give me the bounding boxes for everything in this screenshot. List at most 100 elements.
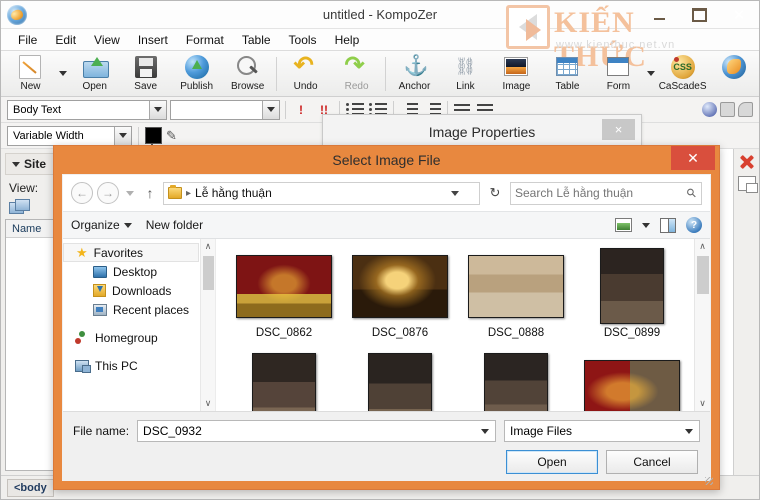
- toolbar-button-cascades[interactable]: CSS CaScadeS: [657, 52, 708, 96]
- tree-item-desktop[interactable]: Desktop: [63, 262, 199, 281]
- file-item[interactable]: DSC_0876: [342, 247, 458, 352]
- file-item[interactable]: [226, 352, 342, 411]
- tree-item-favorites[interactable]: ★ Favorites: [63, 243, 199, 262]
- width-style-select[interactable]: Variable Width: [7, 125, 132, 146]
- menu-item-file[interactable]: File: [9, 31, 46, 49]
- toolbar-button-undo[interactable]: Undo: [280, 52, 331, 96]
- file-list-scrollbar[interactable]: ∧ ∨: [694, 239, 710, 411]
- organize-menu[interactable]: Organize: [71, 218, 132, 232]
- help-icon[interactable]: ?: [686, 217, 702, 233]
- chevron-down-icon[interactable]: [114, 126, 131, 145]
- anchor-marker-icon[interactable]: [702, 102, 717, 117]
- paragraph-style-select[interactable]: Body Text: [7, 99, 167, 120]
- tree-item-downloads[interactable]: Downloads: [63, 281, 199, 300]
- toolbar-button-browse[interactable]: Browse: [222, 52, 273, 96]
- tree-scrollbar[interactable]: ∧ ∨: [200, 239, 215, 411]
- menu-item-view[interactable]: View: [85, 31, 129, 49]
- file-dialog-command-bar: Organize New folder ?: [63, 211, 710, 239]
- search-input[interactable]: [515, 186, 680, 200]
- file-list-view[interactable]: DSC_0862 DSC_0876 DSC_0888 DSC_0899 ∧ ∨: [215, 239, 710, 411]
- menu-item-table[interactable]: Table: [233, 31, 280, 49]
- file-name-label: DSC_0888: [487, 327, 545, 339]
- thumbnail-wrap: [352, 247, 448, 325]
- copy-box-icon[interactable]: [737, 176, 758, 193]
- emphasis-button[interactable]: !: [291, 100, 311, 120]
- open-button[interactable]: Open: [506, 450, 598, 474]
- form-dropdown-caret-icon[interactable]: [644, 52, 657, 96]
- toolbar-button-firefox[interactable]: [708, 52, 759, 96]
- breadcrumb-folder-name[interactable]: Lễ hằng thuận: [195, 186, 272, 200]
- chevron-down-icon[interactable]: [451, 190, 459, 196]
- search-box[interactable]: ⚲: [510, 181, 702, 205]
- folder-icon: [168, 185, 182, 199]
- toolbar-label-link: Link: [456, 80, 475, 92]
- width-style-value: Variable Width: [13, 129, 84, 142]
- scroll-up-icon[interactable]: ∧: [695, 239, 710, 254]
- toolbar-button-publish[interactable]: Publish: [171, 52, 222, 96]
- menu-item-tools[interactable]: Tools: [280, 31, 326, 49]
- maximize-button[interactable]: [679, 1, 719, 29]
- file-dialog-content: ★ Favorites Desktop Downloads Recent pla…: [63, 239, 710, 411]
- toolbar-button-image[interactable]: Image: [491, 52, 542, 96]
- link-chain-icon: ⛓: [454, 56, 477, 76]
- chevron-down-icon[interactable]: [262, 100, 279, 119]
- forward-button[interactable]: →: [97, 182, 119, 204]
- toolbar-button-new[interactable]: New: [5, 52, 56, 96]
- cancel-button[interactable]: Cancel: [606, 450, 698, 474]
- layer-alt-icon[interactable]: [738, 102, 753, 117]
- chevron-down-icon[interactable]: [149, 100, 166, 119]
- file-type-filter-select[interactable]: Image Files: [504, 420, 700, 442]
- toolbar-button-redo[interactable]: Redo: [331, 52, 382, 96]
- scroll-up-icon[interactable]: ∧: [201, 239, 216, 254]
- close-button[interactable]: ✕: [719, 1, 759, 29]
- new-dropdown-caret-icon[interactable]: [56, 52, 69, 96]
- tree-item-recent-places[interactable]: Recent places: [63, 300, 199, 319]
- view-mode-chevron-down-icon[interactable]: [642, 222, 650, 228]
- up-one-level-button[interactable]: ↑: [141, 182, 159, 204]
- layer-icon[interactable]: [720, 102, 735, 117]
- file-item[interactable]: DSC_0899: [574, 247, 690, 352]
- search-icon[interactable]: ⚲: [684, 185, 700, 201]
- sites-icon[interactable]: [9, 199, 30, 215]
- file-item[interactable]: DSC_0862: [226, 247, 342, 352]
- file-item[interactable]: [342, 352, 458, 411]
- history-dropdown-icon[interactable]: [123, 182, 137, 204]
- file-name-input[interactable]: DSC_0932: [137, 420, 496, 442]
- toolbar-button-table[interactable]: Table: [542, 52, 593, 96]
- minimize-button[interactable]: [639, 1, 679, 29]
- scroll-down-icon[interactable]: ∨: [201, 396, 216, 411]
- chevron-down-icon[interactable]: [682, 421, 696, 441]
- file-dialog-close-button[interactable]: ✕: [671, 146, 715, 170]
- file-item[interactable]: [574, 352, 690, 411]
- refresh-button[interactable]: ↻: [484, 182, 506, 204]
- preview-pane-icon[interactable]: [660, 217, 676, 233]
- text-color-swatch[interactable]: [145, 127, 162, 150]
- toolbar-button-form[interactable]: Form: [593, 52, 644, 96]
- new-folder-button[interactable]: New folder: [146, 218, 203, 232]
- pencil-highlight-icon[interactable]: ✎: [166, 128, 182, 144]
- scroll-down-icon[interactable]: ∨: [695, 396, 710, 411]
- toolbar-button-link[interactable]: ⛓ Link: [440, 52, 491, 96]
- toolbar-button-save[interactable]: Save: [120, 52, 171, 96]
- menu-item-insert[interactable]: Insert: [129, 31, 177, 49]
- breadcrumb[interactable]: ▸ Lễ hằng thuận: [163, 181, 480, 205]
- tree-item-homegroup[interactable]: Homegroup: [63, 328, 199, 347]
- tree-scrollbar-thumb[interactable]: [202, 256, 214, 290]
- toolbar-button-anchor[interactable]: ⚓ Anchor: [389, 52, 440, 96]
- back-button[interactable]: ←: [71, 182, 93, 204]
- menu-item-edit[interactable]: Edit: [46, 31, 85, 49]
- delete-x-icon[interactable]: [738, 153, 756, 171]
- menu-item-help[interactable]: Help: [326, 31, 369, 49]
- menu-item-format[interactable]: Format: [177, 31, 233, 49]
- file-list-scrollbar-thumb[interactable]: [696, 256, 709, 294]
- toolbar-button-open[interactable]: Open: [69, 52, 120, 96]
- file-item[interactable]: DSC_0888: [458, 247, 574, 352]
- image-properties-close-button[interactable]: ×: [602, 119, 635, 140]
- font-family-select[interactable]: [170, 99, 280, 120]
- status-tag-body[interactable]: <body: [7, 478, 54, 497]
- view-mode-icon[interactable]: [615, 218, 632, 232]
- chevron-down-icon[interactable]: [478, 421, 492, 441]
- resize-grip[interactable]: [705, 477, 713, 485]
- tree-item-this-pc[interactable]: This PC: [63, 356, 199, 375]
- file-item[interactable]: [458, 352, 574, 411]
